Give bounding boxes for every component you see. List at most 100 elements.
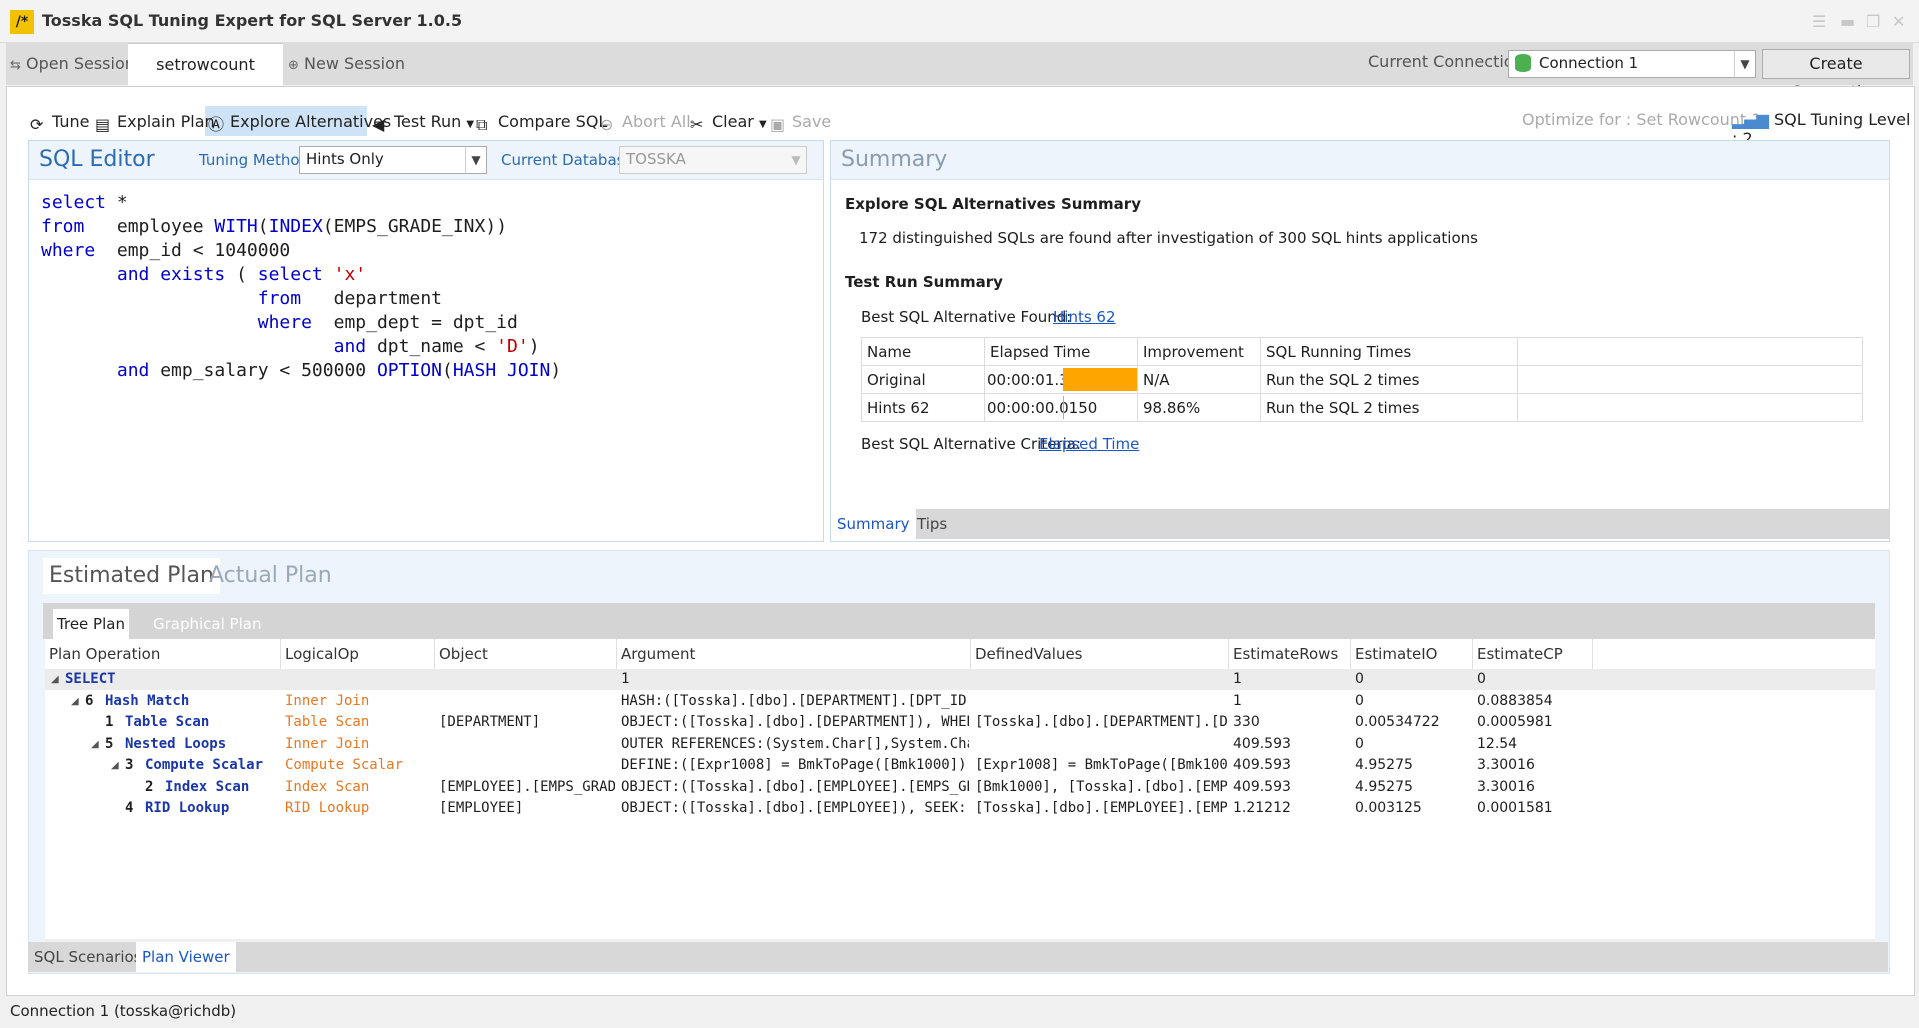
cell-rows: 1.21212 (1233, 800, 1291, 816)
optimize-for-text: Optimize for : Set Rowcount 1 (1522, 110, 1762, 129)
tab-tips[interactable]: Tips (911, 509, 953, 539)
abort-all-button[interactable]: ⊖ Abort All (600, 110, 691, 134)
cell-io: 0 (1355, 735, 1364, 752)
cell-logical: Table Scan (285, 714, 370, 730)
col-name-header[interactable]: Name (861, 337, 985, 366)
clear-dropdown-icon[interactable]: ▼ (759, 119, 767, 130)
clear-icon: ✂ (690, 115, 704, 134)
menu-icon[interactable]: ☰ (1812, 12, 1826, 31)
elapsed-bar (1063, 396, 1064, 419)
cell-cpu: 0 (1477, 671, 1486, 687)
table-row[interactable]: Hints 62 00:00:00.0150 98.86% Run the SQL 2… (861, 393, 1863, 422)
col-elapsed-header[interactable]: Elapsed Time (984, 337, 1138, 366)
expand-toggle-icon[interactable]: ◢ (71, 691, 79, 712)
plan-operation: RID Lookup (145, 800, 230, 816)
session-tab-setrowcount[interactable]: setrowcount (128, 43, 283, 86)
plan-operation: Compute Scalar (145, 757, 264, 773)
plan-operation: Table Scan (125, 714, 210, 730)
minimize-icon[interactable]: ▬ (1840, 12, 1855, 31)
grid-header-object[interactable]: Object (435, 639, 617, 669)
tune-button[interactable]: ⟳ Tune (30, 110, 89, 134)
cell-object: [EMPLOYEE].[EMPS_GRADE_INX] (439, 778, 615, 795)
connection-select[interactable]: Connection 1 ▼ (1508, 50, 1756, 78)
cell-defined: [Expr1008] = BmkToPage([Bmk1000]) (975, 757, 1227, 773)
table-row[interactable]: 4 RID Lookup RID Lookup [EMPLOYEE] OBJECT:([… (45, 798, 1875, 819)
cell-logical: Inner Join (285, 692, 370, 709)
new-session-button[interactable]: ⊕ New Session (288, 43, 405, 85)
cell-rows: 409.593 (1233, 735, 1291, 752)
tab-summary[interactable]: Summary (831, 509, 916, 539)
tune-icon: ⟳ (30, 115, 44, 134)
cell-cpu: 3.30016 (1477, 757, 1535, 773)
grid-header-argument[interactable]: Argument (617, 639, 971, 669)
grid-header-logicalop[interactable]: LogicalOp (281, 639, 435, 669)
new-session-icon: ⊕ (288, 58, 299, 73)
grid-header-plan-operation[interactable]: Plan Operation (45, 639, 281, 669)
cell-defined: [Tosska].[dbo].[EMPLOYEE].[EMP_ID], [ (975, 800, 1227, 816)
test-run-button[interactable]: ◀ Test Run ▼ (372, 110, 474, 134)
expand-toggle-icon[interactable]: ◢ (91, 734, 99, 755)
plan-operation: SELECT (65, 671, 116, 687)
grid-header-estimateio[interactable]: EstimateIO (1351, 639, 1473, 669)
cell-argument: HASH:([Tosska].[dbo].[DEPARTMENT].[DPT_I… (621, 692, 969, 709)
tab-graphical-plan[interactable]: Graphical Plan (153, 609, 261, 639)
tab-plan-viewer[interactable]: Plan Viewer (136, 942, 236, 972)
col-empty-header (1517, 337, 1863, 366)
sql-editor-panel: SQL Editor Tuning Method Hints Only ▼ Cu… (28, 140, 824, 542)
connection-label: Current Connection: (1368, 52, 1530, 71)
cell-object (439, 734, 615, 755)
cell-name: Original (861, 365, 985, 394)
compare-sql-button[interactable]: ⧉ Compare SQL (476, 110, 607, 134)
chevron-down-icon[interactable]: ▼ (465, 147, 486, 173)
tuning-method-select[interactable]: Hints Only ▼ (299, 146, 487, 174)
col-improvement-header[interactable]: Improvement (1137, 337, 1261, 366)
explore-alternatives-button[interactable]: Ⓐ Explore Alternatives (208, 110, 391, 134)
chevron-down-icon[interactable]: ▼ (1734, 51, 1755, 77)
tab-estimated-plan[interactable]: Estimated Plan (43, 558, 220, 594)
node-id: 6 (85, 692, 94, 709)
tab-sql-scenarios[interactable]: SQL Scenarios (28, 942, 147, 972)
create-connection-button[interactable]: Create Connection (1762, 49, 1910, 101)
explore-icon: Ⓐ (208, 115, 225, 134)
current-database-select[interactable]: TOSSKA ▼ (619, 146, 807, 174)
table-row[interactable]: ◢ 5 Nested Loops Inner Join OUTER REFERENCES… (45, 734, 1875, 755)
open-session-button[interactable]: ⇆ Open Session (10, 43, 135, 85)
table-row[interactable]: ◢ SELECT 1 1 0 0 (45, 669, 1875, 690)
table-row[interactable]: Original 00:00:01.3180 N/A Run the SQL 2 ti… (861, 365, 1863, 394)
grid-header-estimaterows[interactable]: EstimateRows (1229, 639, 1351, 669)
table-row[interactable]: 1 Table Scan Table Scan [DEPARTMENT] OBJECT:… (45, 712, 1875, 733)
expand-toggle-icon[interactable]: ◢ (51, 669, 59, 690)
grid-header-definedvalues[interactable]: DefinedValues (971, 639, 1229, 669)
save-button[interactable]: ▣ Save (770, 110, 831, 134)
table-row[interactable]: 2 Index Scan Index Scan [EMPLOYEE].[EMPS_GR… (45, 777, 1875, 798)
col-runs-header[interactable]: SQL Running Times (1260, 337, 1518, 366)
clear-button[interactable]: ✂ Clear ▼ (690, 110, 767, 134)
explain-plan-button[interactable]: ▤ Explain Plan (95, 110, 215, 134)
tab-actual-plan[interactable]: Actual Plan (209, 558, 332, 594)
cell-object (439, 755, 615, 776)
grid-header-estimatecp[interactable]: EstimateCP (1473, 639, 1593, 669)
plan-grid: Plan Operation LogicalOp Object Argument Def… (45, 639, 1875, 939)
table-row[interactable]: ◢ 3 Compute Scalar Compute Scalar DEFINE:([E… (45, 755, 1875, 776)
cell-object: [EMPLOYEE] (439, 800, 524, 816)
signal-icon: ▂▄▆ (1732, 110, 1769, 129)
cell-elapsed: 00:00:00.0150 (984, 393, 1138, 422)
sql-code-text[interactable]: select * from employee WITH(INDEX(EMPS_G… (41, 191, 561, 383)
close-icon[interactable]: ✕ (1892, 12, 1905, 31)
current-database-value: TOSSKA (626, 150, 686, 168)
cell-improvement: N/A (1137, 365, 1261, 394)
summary-panel: Summary Explore SQL Alternatives Summary… (830, 140, 1890, 542)
expand-toggle-icon[interactable]: ◢ (111, 755, 119, 776)
tab-tree-plan[interactable]: Tree Plan (53, 609, 129, 639)
database-icon (1515, 54, 1531, 72)
cell-empty (1517, 393, 1863, 422)
table-row[interactable]: ◢ 6 Hash Match Inner Join HASH:([Tosska].[db… (45, 691, 1875, 712)
test-run-dropdown-icon[interactable]: ▼ (466, 119, 474, 130)
chevron-down-icon[interactable]: ▼ (786, 147, 806, 173)
cell-io: 4.95275 (1355, 778, 1413, 795)
best-alternative-link[interactable]: Hints 62 (1053, 308, 1116, 326)
restore-icon[interactable]: ❐ (1866, 12, 1880, 31)
criteria-link[interactable]: Elapsed Time (1039, 435, 1139, 453)
elapsed-bar (1063, 368, 1137, 391)
save-icon: ▣ (770, 115, 786, 134)
